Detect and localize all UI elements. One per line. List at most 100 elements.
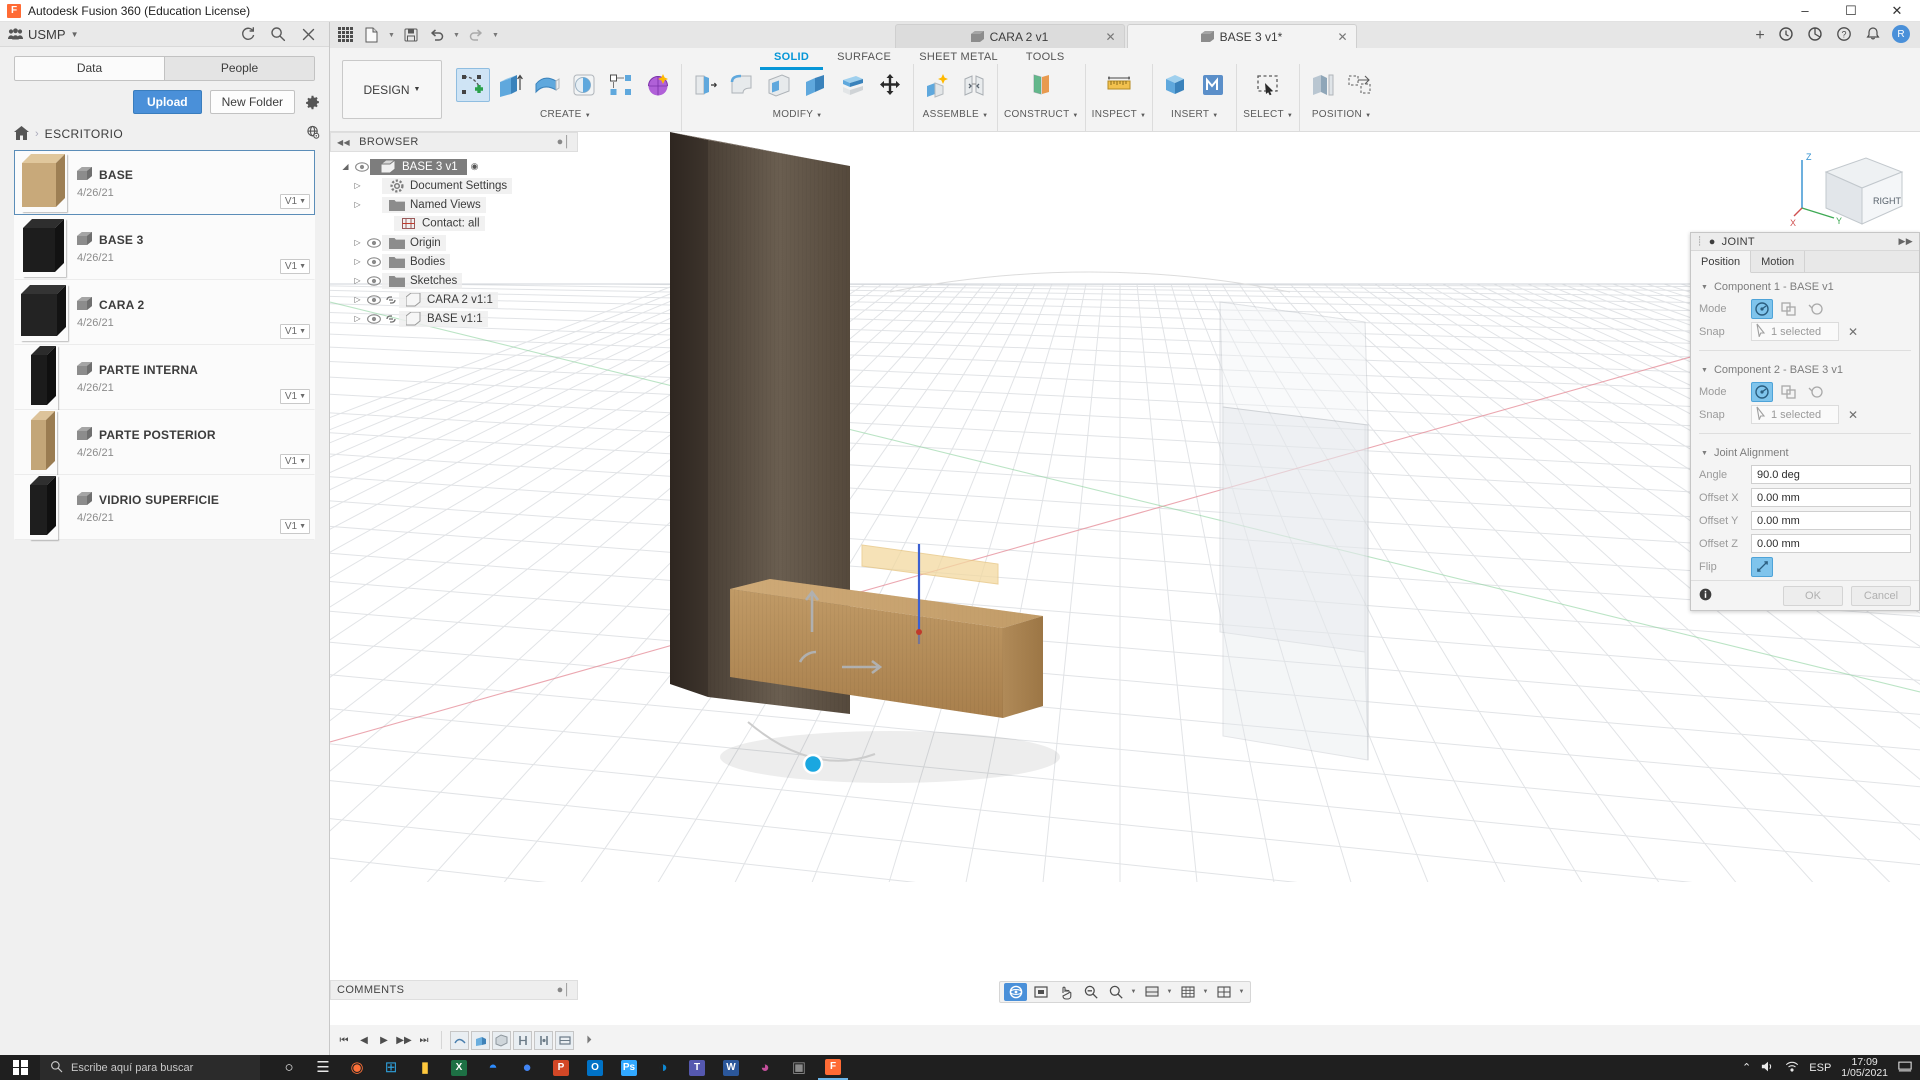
group-label[interactable]: SELECT ▼: [1243, 109, 1293, 120]
browser-row[interactable]: ▷ Document Settings: [330, 176, 578, 195]
group-label[interactable]: INSPECT ▼: [1092, 109, 1147, 120]
clear-selection-icon[interactable]: ✕: [1848, 408, 1858, 422]
component-section-title[interactable]: ▼ Component 2 - BASE 3 v1: [1691, 362, 1919, 380]
list-item[interactable]: PARTE POSTERIOR 4/26/21 V1 ▼: [14, 410, 315, 475]
timeline-feature[interactable]: [555, 1030, 574, 1050]
timeline-marker[interactable]: ⏵: [580, 1030, 598, 1050]
visibility-eye-icon[interactable]: [353, 161, 370, 173]
tab-data[interactable]: Data: [15, 57, 164, 80]
workspace-tab-solid[interactable]: SOLID: [760, 50, 824, 70]
list-item[interactable]: VIDRIO SUPERFICIE 4/26/21 V1 ▼: [14, 475, 315, 540]
cancel-button[interactable]: Cancel: [1851, 585, 1911, 606]
chevron-down-icon[interactable]: ▼: [1201, 983, 1210, 1001]
chevron-down-icon[interactable]: ▼: [1129, 983, 1138, 1001]
expand-arrow-icon[interactable]: ▷: [350, 238, 365, 247]
insert-mcmaster-icon[interactable]: [1196, 68, 1230, 102]
excel-icon[interactable]: X: [444, 1055, 474, 1080]
browser-row[interactable]: ▷ Sketches: [330, 271, 578, 290]
timeline-playback-button[interactable]: ▶: [375, 1030, 393, 1050]
timeline-feature[interactable]: [471, 1030, 490, 1050]
close-panel-icon[interactable]: [299, 25, 317, 43]
measure-icon[interactable]: [1102, 68, 1136, 102]
explorer-icon[interactable]: ▮: [410, 1055, 440, 1080]
workspace-tab-tools[interactable]: TOOLS: [1012, 50, 1079, 70]
store-icon[interactable]: ⊞: [376, 1055, 406, 1080]
group-label[interactable]: CREATE ▼: [540, 109, 591, 120]
visibility-eye-icon[interactable]: [365, 256, 382, 268]
grid-apps-icon[interactable]: [334, 24, 358, 46]
timeline-playback-button[interactable]: ⏭: [415, 1030, 433, 1050]
browser-row[interactable]: ▷ Named Views: [330, 195, 578, 214]
browser-row[interactable]: Contact: all: [330, 214, 578, 233]
expand-arrow-icon[interactable]: ▷: [350, 295, 365, 304]
group-label[interactable]: INSERT ▼: [1171, 109, 1218, 120]
version-badge[interactable]: V1 ▼: [279, 454, 310, 469]
group-label[interactable]: POSITION ▼: [1312, 109, 1372, 120]
browser-row[interactable]: ▷ CARA 2 v1:1: [330, 290, 578, 309]
mode-rigid-icon[interactable]: [1751, 381, 1773, 402]
snap-selection-field[interactable]: 1 selected: [1751, 322, 1839, 341]
refresh-icon[interactable]: [239, 25, 257, 43]
extrude-icon[interactable]: [493, 68, 527, 102]
visibility-eye-icon[interactable]: [365, 237, 382, 249]
workspace-tab-surface[interactable]: SURFACE: [823, 50, 905, 70]
timeline-feature[interactable]: [450, 1030, 469, 1050]
joint-dialog-expand-icon[interactable]: ▶▶: [1899, 236, 1913, 247]
zoom-icon[interactable]: [1079, 983, 1102, 1001]
group-label[interactable]: MODIFY ▼: [773, 109, 823, 120]
move-copy-icon[interactable]: [873, 68, 907, 102]
visibility-eye-icon[interactable]: [365, 294, 382, 306]
extensions-icon[interactable]: [1805, 24, 1825, 44]
orbit-icon[interactable]: [1004, 983, 1027, 1001]
clear-selection-icon[interactable]: ✕: [1848, 325, 1858, 339]
save-icon[interactable]: [399, 24, 423, 46]
expand-arrow-icon[interactable]: ▷: [350, 276, 365, 285]
browser-row[interactable]: ▷ Bodies: [330, 252, 578, 271]
public-link-icon[interactable]: [306, 125, 321, 143]
browser-row[interactable]: ▷ Origin: [330, 233, 578, 252]
chevron-down-icon[interactable]: ▼: [1165, 983, 1174, 1001]
document-tab[interactable]: CARA 2 v1 ✕: [894, 24, 1125, 48]
insert-derive-icon[interactable]: [1159, 68, 1193, 102]
timeline-feature[interactable]: [534, 1030, 553, 1050]
close-icon[interactable]: ✕: [1337, 30, 1347, 44]
fusion360-icon[interactable]: F: [818, 1055, 848, 1080]
version-badge[interactable]: V1 ▼: [279, 519, 310, 534]
teams-icon[interactable]: T: [682, 1055, 712, 1080]
group-label[interactable]: CONSTRUCT ▼: [1004, 109, 1079, 120]
list-item[interactable]: BASE 3 4/26/21 V1 ▼: [14, 215, 315, 280]
new-component-icon[interactable]: [920, 68, 954, 102]
upload-button[interactable]: Upload: [132, 90, 202, 114]
tab-people[interactable]: People: [164, 57, 314, 80]
job-status-icon[interactable]: [1776, 24, 1796, 44]
tab-motion[interactable]: Motion: [1751, 251, 1806, 273]
align-icon[interactable]: [1306, 68, 1340, 102]
search-icon[interactable]: [269, 25, 287, 43]
zoom-fit-icon[interactable]: [1104, 983, 1127, 1001]
zoom-app-icon[interactable]: ◓: [478, 1055, 508, 1080]
close-button[interactable]: ✕: [1874, 0, 1920, 21]
activate-component-icon[interactable]: ◉: [471, 161, 479, 172]
chevron-down-icon[interactable]: ▼: [451, 24, 462, 46]
start-button[interactable]: [0, 1055, 40, 1080]
browser-row[interactable]: ▷ BASE v1:1: [330, 309, 578, 328]
chevron-down-icon[interactable]: ▼: [386, 24, 397, 46]
mode-between-two-faces-icon[interactable]: [1778, 382, 1800, 402]
paint-icon[interactable]: ◕: [750, 1055, 780, 1080]
close-icon[interactable]: ✕: [1105, 30, 1115, 44]
grid-snaps-icon[interactable]: [1176, 983, 1199, 1001]
joint-alignment-title[interactable]: ▼ Joint Alignment: [1691, 445, 1919, 463]
pattern-icon[interactable]: [604, 68, 638, 102]
photoshop-icon[interactable]: Ps: [614, 1055, 644, 1080]
task-view-icon[interactable]: ☰: [308, 1055, 338, 1080]
redo-icon[interactable]: [464, 24, 488, 46]
outlook-icon[interactable]: O: [580, 1055, 610, 1080]
tray-chevron-icon[interactable]: ⌃: [1742, 1061, 1751, 1074]
form-icon[interactable]: [641, 68, 675, 102]
mode-two-edge-intersection-icon[interactable]: [1805, 299, 1827, 319]
action-center-icon[interactable]: [1898, 1060, 1912, 1076]
version-badge[interactable]: V1 ▼: [279, 194, 310, 209]
mode-two-edge-intersection-icon[interactable]: [1805, 382, 1827, 402]
language-indicator[interactable]: ESP: [1809, 1062, 1831, 1074]
notification-bell-icon[interactable]: [1863, 24, 1883, 44]
